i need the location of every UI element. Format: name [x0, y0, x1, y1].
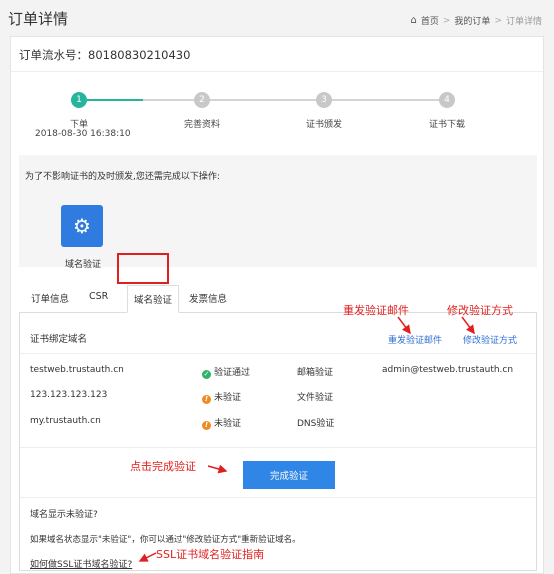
step-3-label: 证书颁发 [305, 120, 343, 130]
tab-order-info[interactable]: 订单信息 [31, 291, 69, 305]
domain-verify-tile-label: 域名验证 [65, 260, 102, 270]
domain-row: 123.123.123.123 ! 未验证 文件验证 [30, 390, 530, 404]
modify-method-link[interactable]: 修改验证方式 [463, 333, 517, 346]
order-serial: 订单流水号：80180830210430 [19, 48, 191, 62]
breadcrumb-current: 订单详情 [505, 17, 542, 27]
domain-row: my.trustauth.cn ! 未验证 DNS验证 [30, 416, 530, 430]
divider [20, 447, 536, 448]
breadcrumb-home[interactable]: 首页 [421, 14, 439, 27]
verify-method: 文件验证 [297, 393, 334, 403]
step-2-circle: 2 [194, 92, 210, 108]
step-pending-line [143, 99, 443, 101]
status-badge: ✓ 验证通过 [202, 368, 251, 379]
tab-highlight-box [117, 253, 169, 284]
warning-circle-icon: ! [202, 395, 211, 404]
verification-guide-link[interactable]: 如何做SSL证书域名验证? [30, 557, 132, 570]
faq-text: 如果域名状态显示"未验证"，你可以通过"修改验证方式"重新验证域名。 [30, 535, 301, 545]
breadcrumb-separator: > [442, 15, 451, 26]
step-3-circle: 3 [316, 92, 332, 108]
complete-verification-button[interactable]: 完成验证 [243, 461, 335, 489]
domain-verify-panel: 证书绑定域名 重发验证邮件 修改验证方式 testweb.trustauth.c… [19, 313, 537, 571]
notice-text: 为了不影响证书的及时颁发,您还需完成以下操作: [25, 172, 220, 182]
check-circle-icon: ✓ [202, 370, 211, 379]
status-badge: ! 未验证 [202, 390, 241, 404]
step-1-circle: 1 [71, 92, 87, 108]
divider [20, 497, 536, 498]
domain-row: testweb.trustauth.cn ✓ 验证通过 邮箱验证 admin@te… [30, 365, 530, 379]
status-badge: ! 未验证 [202, 416, 241, 430]
verify-detail: admin@testweb.trustauth.cn [382, 365, 514, 375]
divider [11, 71, 543, 72]
breadcrumb: ⌂ 首页 > 我的订单 > 订单详情 [411, 14, 543, 27]
tab-invoice-info[interactable]: 发票信息 [189, 291, 227, 305]
tab-domain-verify[interactable]: 域名验证 [127, 285, 180, 313]
domain-name: testweb.trustauth.cn [30, 365, 124, 375]
step-1-time: 2018-08-30 16:38:10 [35, 129, 131, 139]
step-progress-line [87, 99, 143, 101]
domain-name: 123.123.123.123 [30, 390, 108, 400]
home-icon: ⌂ [410, 15, 417, 26]
step-4-circle: 4 [439, 92, 455, 108]
step-2-label: 完善资料 [183, 120, 221, 130]
domain-name: my.trustauth.cn [30, 416, 101, 426]
verify-method: DNS验证 [297, 419, 335, 429]
annotation-modify: 修改验证方式 [447, 304, 513, 317]
action-notice: 为了不影响证书的及时颁发,您还需完成以下操作: ⚙ 域名验证 [19, 155, 537, 270]
tab-csr[interactable]: CSR [89, 291, 108, 302]
panel-title: 证书绑定域名 [30, 334, 88, 345]
annotation-complete: 点击完成验证 [130, 460, 196, 473]
page-title: 订单详情 [8, 10, 69, 28]
gear-icon: ⚙ [73, 214, 91, 238]
breadcrumb-separator: > [494, 15, 502, 26]
faq-title: 域名显示未验证? [30, 510, 98, 520]
resend-email-link[interactable]: 重发验证邮件 [388, 333, 442, 346]
warning-circle-icon: ! [202, 421, 211, 430]
divider [20, 353, 536, 354]
annotation-resend: 重发验证邮件 [343, 304, 409, 317]
step-4-label: 证书下载 [428, 120, 466, 130]
verify-method: 邮箱验证 [297, 368, 334, 378]
annotation-guide: SSL证书域名验证指南 [156, 548, 265, 561]
breadcrumb-orders[interactable]: 我的订单 [454, 14, 490, 27]
domain-verify-tile[interactable]: ⚙ [61, 205, 103, 247]
